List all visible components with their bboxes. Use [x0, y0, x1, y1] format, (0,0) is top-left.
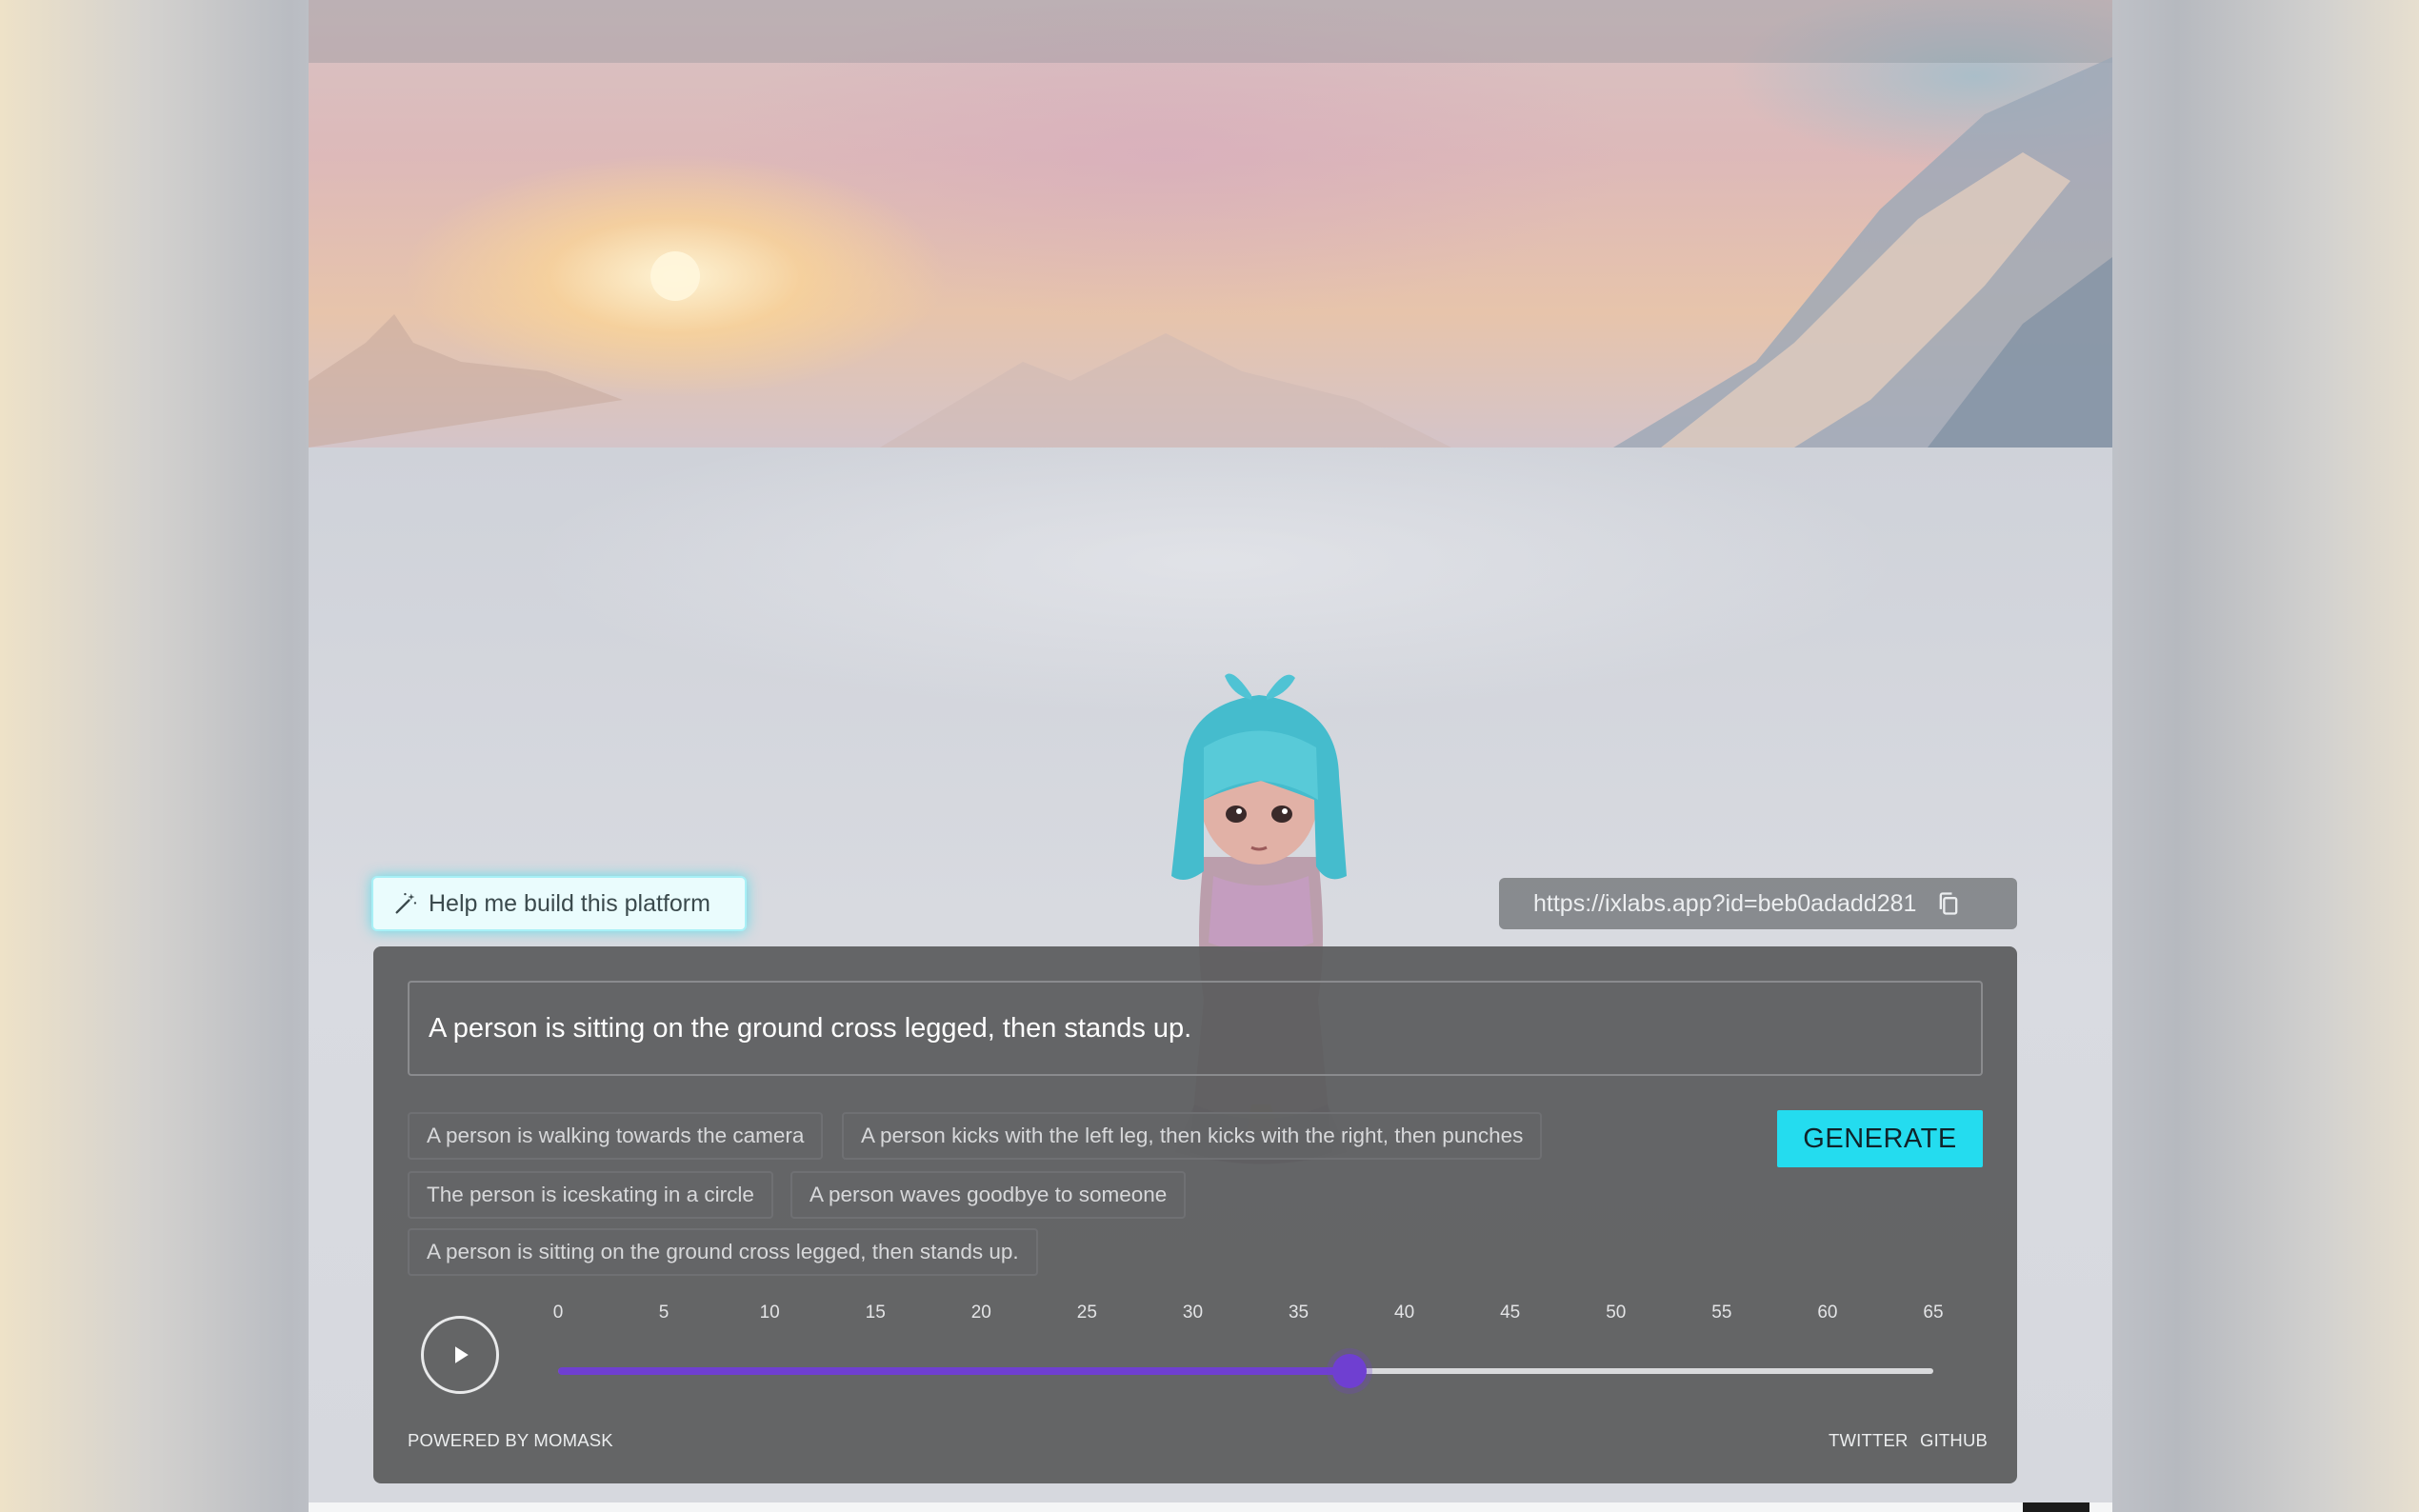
- powered-by-label: POWERED BY MOMASK: [408, 1430, 613, 1450]
- timeline-tick-label: 0: [552, 1303, 564, 1323]
- play-button[interactable]: [421, 1316, 499, 1394]
- prompt-input[interactable]: [408, 981, 1983, 1076]
- help-button-label: Help me build this platform: [429, 889, 710, 917]
- twitter-link[interactable]: TWITTER: [1829, 1430, 1909, 1451]
- share-url-box[interactable]: https://ixlabs.app?id=beb0adadd281: [1499, 878, 2017, 929]
- timeline-tick-label: 40: [1394, 1303, 1415, 1323]
- help-build-platform-button[interactable]: Help me build this platform: [371, 876, 747, 931]
- timeline-tick-label: 55: [1711, 1303, 1732, 1323]
- timeline-tick-label: 25: [1076, 1303, 1097, 1323]
- timeline-tick-label: 30: [1182, 1303, 1204, 1323]
- play-icon: [455, 1346, 469, 1363]
- bottom-strip: [309, 1502, 2112, 1512]
- timeline-tick-label: 60: [1817, 1303, 1838, 1323]
- timeline-thumb[interactable]: [1331, 1354, 1367, 1388]
- suggestion-chip[interactable]: A person kicks with the left leg, then k…: [842, 1112, 1543, 1160]
- suggestion-chip[interactable]: The person is iceskating in a circle: [408, 1171, 773, 1219]
- timeline-tick-label: 50: [1606, 1303, 1627, 1323]
- timeline-tick-label: 45: [1500, 1303, 1521, 1323]
- suggestion-chip[interactable]: A person is sitting on the ground cross …: [408, 1228, 1038, 1276]
- timeline-tick-label: 65: [1923, 1303, 1944, 1323]
- bottom-corner-block: [2023, 1502, 2089, 1512]
- suggestion-chip[interactable]: A person waves goodbye to someone: [790, 1171, 1187, 1219]
- github-link[interactable]: GITHUB: [1920, 1430, 1988, 1451]
- timeline-tick-label: 35: [1288, 1303, 1309, 1323]
- timeline-tick-label: 15: [865, 1303, 886, 1323]
- timeline-tick-label: 10: [759, 1303, 780, 1323]
- timeline-slider[interactable]: [558, 1354, 1933, 1388]
- timeline-progress: [558, 1367, 1349, 1375]
- generation-panel: A person is walking towards the camera A…: [373, 946, 2017, 1483]
- timeline-tick-label: 20: [970, 1303, 991, 1323]
- suggestion-chip[interactable]: A person is walking towards the camera: [408, 1112, 824, 1160]
- generate-button[interactable]: GENERATE: [1777, 1110, 1983, 1167]
- magic-wand-icon: [395, 892, 417, 914]
- copy-icon[interactable]: [1935, 890, 1962, 917]
- timeline-tick-label: 5: [658, 1303, 670, 1323]
- share-url-text: https://ixlabs.app?id=beb0adadd281: [1533, 889, 1917, 917]
- timeline-ticks: 0 5 10 15 20 25 30 35 40 45 50 55 60 65: [373, 1303, 2017, 1327]
- mountains-background: [309, 57, 2112, 448]
